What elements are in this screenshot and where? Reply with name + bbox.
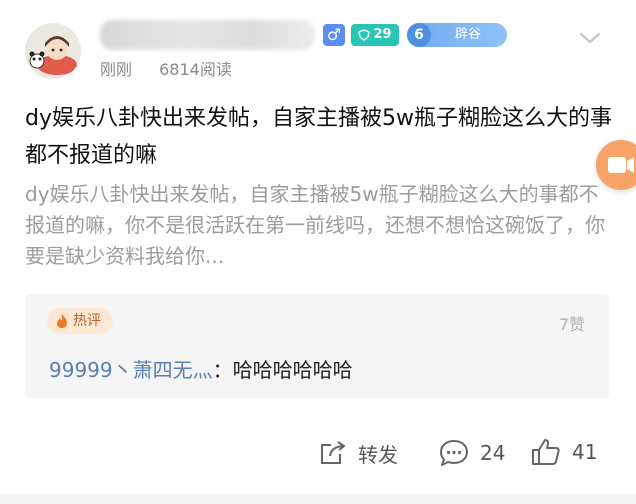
chevron-down-icon[interactable] [578, 28, 602, 48]
level-number: 29 [373, 27, 392, 42]
level-shield-icon [358, 29, 371, 41]
like-button[interactable]: 41 [530, 436, 597, 468]
comment-button[interactable]: 24 [438, 438, 505, 468]
hot-comment-box[interactable]: 热评 7赞 99999丶萧四无灬：哈哈哈哈哈哈 [25, 294, 609, 398]
fan-badge-text: 辟谷 [455, 27, 482, 42]
share-icon [321, 441, 345, 464]
share-label: 转发 [358, 442, 398, 467]
video-camera-icon [608, 157, 634, 173]
share-button[interactable]: 转发 [318, 438, 398, 468]
post-views: 6814阅读 [159, 60, 232, 79]
comment-bubble-icon [440, 440, 468, 466]
fan-badge-number: 6 [407, 23, 431, 47]
hot-comment-likes: 7赞 [558, 315, 585, 334]
post-meta: 刚刚 6814阅读 [100, 56, 254, 80]
level-badge: 29 [351, 24, 399, 46]
hot-comment-user[interactable]: 99999丶萧四无灬 [49, 358, 213, 382]
fan-badge[interactable]: 6 辟谷 [407, 23, 507, 47]
username-blurred[interactable] [100, 20, 315, 50]
hot-comment-separator: ： [212, 358, 233, 382]
action-bar: 转发 24 41 [0, 432, 636, 476]
video-button[interactable] [596, 140, 636, 190]
gender-male-icon: ♂ [323, 24, 345, 46]
thumbs-up-icon [532, 439, 560, 465]
fire-icon [57, 314, 67, 328]
bottom-divider [0, 494, 636, 504]
avatar-illustration-icon [25, 23, 81, 79]
post-excerpt[interactable]: dy娱乐八卦快出来发帖，自家主播被5w瓶子糊脸这么大的事都不报道的嘛，你不是很活… [25, 179, 605, 272]
avatar[interactable] [25, 23, 81, 79]
hot-comment-tag: 热评 [47, 308, 113, 334]
like-count: 41 [572, 440, 598, 464]
post-title[interactable]: dy娱乐八卦快出来发帖，自家主播被5w瓶子糊脸这么大的事都不报道的嘛 [25, 100, 625, 174]
comment-count: 24 [480, 441, 506, 465]
hot-comment-text: 哈哈哈哈哈哈 [232, 358, 353, 382]
hot-comment-tag-label: 热评 [73, 313, 101, 329]
hot-comment-content: 99999丶萧四无灬：哈哈哈哈哈哈 [49, 354, 353, 383]
post-time: 刚刚 [100, 60, 133, 79]
